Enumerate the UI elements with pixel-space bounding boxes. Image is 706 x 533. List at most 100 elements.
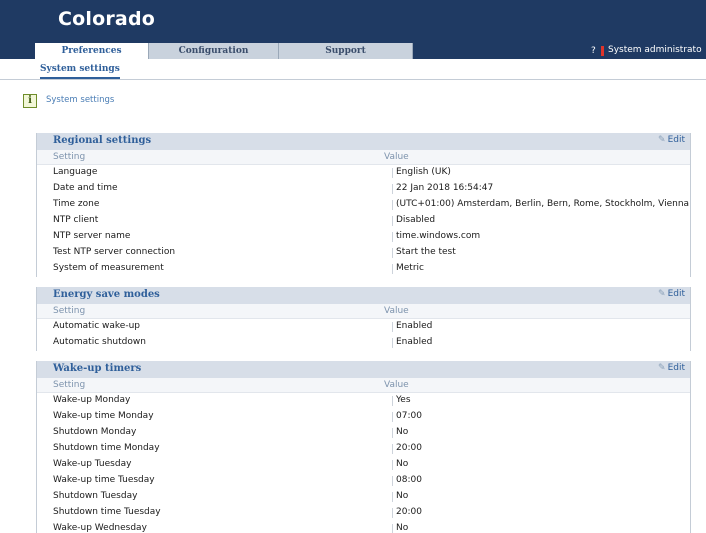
setting-value: Start the test (396, 247, 456, 257)
setting-value: 20:00 (396, 443, 422, 453)
help-button[interactable]: ? (591, 46, 596, 56)
edit-label: Edit (667, 363, 685, 373)
setting-row: Automatic wake-up Enabled (37, 319, 690, 335)
edit-button[interactable]: ✎ Edit (658, 363, 685, 373)
setting-value: English (UK) (396, 167, 451, 177)
value-separator (392, 168, 393, 178)
pencil-icon: ✎ (658, 363, 666, 373)
setting-label: Shutdown time Tuesday (53, 507, 161, 517)
setting-value: Disabled (396, 215, 436, 225)
setting-value: 08:00 (396, 475, 422, 485)
value-separator (392, 460, 393, 470)
setting-label: Shutdown Monday (53, 427, 137, 437)
user-status-marker (601, 46, 604, 56)
setting-row: Test NTP server connection Start the test (37, 245, 690, 261)
column-header-setting: Setting (53, 380, 86, 390)
setting-row: Wake-up time Tuesday 08:00 (37, 473, 690, 489)
setting-row: Time zone (UTC+01:00) Amsterdam, Berlin, … (37, 197, 690, 213)
value-separator (392, 476, 393, 486)
value-separator (392, 232, 393, 242)
setting-value: Enabled (396, 321, 433, 331)
value-separator (392, 428, 393, 438)
setting-value: time.windows.com (396, 231, 481, 241)
setting-value: 07:00 (396, 411, 422, 421)
tab-configuration[interactable]: Configuration (149, 43, 279, 59)
setting-row: Shutdown time Tuesday 20:00 (37, 505, 690, 521)
column-header-row: Setting Value (37, 304, 690, 319)
value-separator (392, 524, 393, 533)
value-separator (392, 338, 393, 348)
info-icon: i (23, 94, 37, 108)
setting-row: Wake-up Tuesday No (37, 457, 690, 473)
setting-label: Wake-up Wednesday (53, 523, 147, 533)
top-bar: Colorado (0, 0, 706, 43)
column-header-value: Value (384, 380, 409, 390)
setting-value: Enabled (396, 337, 433, 347)
setting-label: Date and time (53, 183, 118, 193)
setting-label: Automatic wake-up (53, 321, 140, 331)
column-header-setting: Setting (53, 152, 86, 162)
setting-row: Automatic shutdown Enabled (37, 335, 690, 351)
column-header-row: Setting Value (37, 378, 690, 393)
setting-label: Automatic shutdown (53, 337, 146, 347)
setting-value: Metric (396, 263, 424, 273)
value-separator (392, 216, 393, 226)
setting-label: Wake-up Tuesday (53, 459, 132, 469)
setting-value: (UTC+01:00) Amsterdam, Berlin, Bern, Rom… (396, 199, 690, 209)
section-title: Wake-up timers (53, 363, 142, 374)
setting-label: Wake-up time Tuesday (53, 475, 155, 485)
subtab-system-settings[interactable]: System settings (40, 64, 120, 79)
column-header-value: Value (384, 152, 409, 162)
section-title: Regional settings (53, 135, 152, 146)
setting-row: Language English (UK) (37, 165, 690, 181)
value-separator (392, 412, 393, 422)
value-separator (392, 248, 393, 258)
value-separator (392, 508, 393, 518)
setting-row: Wake-up Monday Yes (37, 393, 690, 409)
setting-value: No (396, 491, 409, 501)
setting-value: No (396, 523, 409, 533)
tab-preferences[interactable]: Preferences (35, 43, 149, 59)
section-panel: Wake-up timers ✎ Edit Setting Value Wake-up M… (36, 361, 691, 533)
user-menu[interactable]: System administrato (608, 45, 702, 55)
tab-support[interactable]: Support (279, 43, 413, 59)
setting-row: NTP client Disabled (37, 213, 690, 229)
edit-button[interactable]: ✎ Edit (658, 135, 685, 145)
setting-value: No (396, 427, 409, 437)
section-header: Regional settings ✎ Edit (37, 133, 690, 150)
setting-row: System of measurement Metric (37, 261, 690, 277)
value-separator (392, 184, 393, 194)
setting-label: Language (53, 167, 98, 177)
breadcrumb: System settings (46, 95, 115, 105)
setting-label: System of measurement (53, 263, 164, 273)
setting-value: No (396, 459, 409, 469)
setting-label: Time zone (53, 199, 100, 209)
sub-tab-bar: System settings (0, 59, 706, 80)
section-panel: Regional settings ✎ Edit Setting Value Langua… (36, 133, 691, 277)
setting-row: Shutdown Monday No (37, 425, 690, 441)
setting-value: Yes (396, 395, 411, 405)
value-separator (392, 322, 393, 332)
setting-row: Date and time 22 Jan 2018 16:54:47 (37, 181, 690, 197)
section-title: Energy save modes (53, 289, 160, 300)
edit-button[interactable]: ✎ Edit (658, 289, 685, 299)
setting-row: Wake-up Wednesday No (37, 521, 690, 533)
pencil-icon: ✎ (658, 289, 666, 299)
value-separator (392, 396, 393, 406)
section-header: Wake-up timers ✎ Edit (37, 361, 690, 378)
setting-row: NTP server name time.windows.com (37, 229, 690, 245)
value-separator (392, 444, 393, 454)
app-title: Colorado (58, 8, 156, 30)
value-separator (392, 264, 393, 274)
setting-label: Wake-up time Monday (53, 411, 154, 421)
pencil-icon: ✎ (658, 135, 666, 145)
setting-row: Shutdown Tuesday No (37, 489, 690, 505)
setting-label: NTP server name (53, 231, 131, 241)
column-header-setting: Setting (53, 306, 86, 316)
setting-label: NTP client (53, 215, 99, 225)
setting-row: Shutdown time Monday 20:00 (37, 441, 690, 457)
value-separator (392, 492, 393, 502)
section-header: Energy save modes ✎ Edit (37, 287, 690, 304)
column-header-row: Setting Value (37, 150, 690, 165)
setting-label: Wake-up Monday (53, 395, 131, 405)
